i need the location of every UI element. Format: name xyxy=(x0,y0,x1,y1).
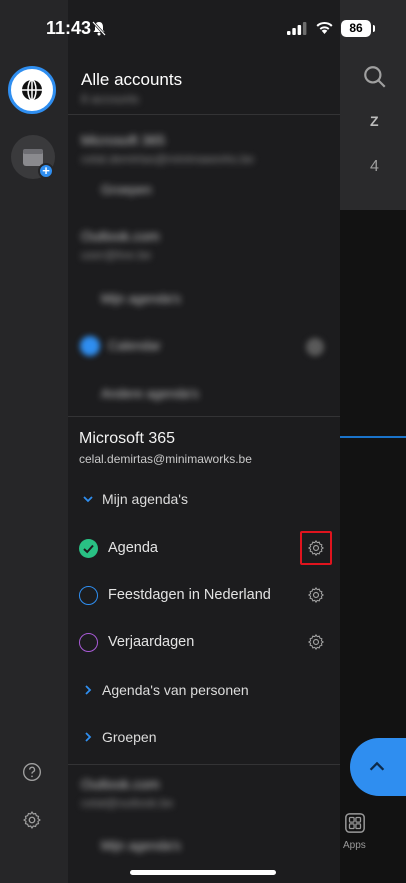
groups-toggle[interactable]: Groepen xyxy=(68,714,340,760)
blurred-account-email: celal@outlook.be xyxy=(81,796,174,810)
status-bar: 11:43 86 xyxy=(0,0,406,54)
settings-gear-icon[interactable] xyxy=(22,810,42,830)
chevron-right-icon xyxy=(85,732,92,742)
search-icon[interactable] xyxy=(362,64,388,90)
my-calendars-label: Mijn agenda's xyxy=(102,491,188,507)
chevron-down-icon xyxy=(83,496,93,503)
scroll-up-button[interactable] xyxy=(350,738,406,796)
blurred-settings-gear-icon[interactable] xyxy=(306,338,324,356)
background-calendar-app: Z 4 Apps xyxy=(340,0,406,883)
account-name: Microsoft 365 xyxy=(79,430,176,447)
calendar-drawer: Alle accounts 8 accounts Microsoft 365 c… xyxy=(68,0,340,883)
day-number[interactable]: 4 xyxy=(370,158,379,176)
gear-icon xyxy=(307,586,325,604)
accounts-count: 8 accounts xyxy=(81,92,140,106)
groups-label: Groepen xyxy=(102,729,157,745)
weekday-letter: Z xyxy=(370,113,379,129)
calendar-settings-button[interactable] xyxy=(305,584,327,606)
globe-icon xyxy=(22,79,42,101)
blurred-my-calendars-row[interactable]: Mijn agenda's xyxy=(101,838,181,853)
people-calendars-label: Agenda's van personen xyxy=(102,682,249,698)
blurred-account-title[interactable]: Microsoft 365 xyxy=(81,132,165,148)
calendar-row-feestdagen[interactable]: Feestdagen in Nederland xyxy=(68,572,340,618)
calendar-row-verjaardagen[interactable]: Verjaardagen xyxy=(68,619,340,665)
blurred-other-calendars-row[interactable]: Andere agenda's xyxy=(101,386,199,401)
calendar-label: Verjaardagen xyxy=(108,634,195,650)
blurred-account-title[interactable]: Outlook.com xyxy=(81,776,160,792)
checked-circle-icon[interactable] xyxy=(79,538,98,558)
divider xyxy=(68,114,340,115)
blurred-outlook-title[interactable]: Outlook.com xyxy=(81,228,160,244)
blurred-calendar-check[interactable] xyxy=(80,336,100,356)
gear-icon xyxy=(307,633,325,651)
my-calendars-toggle[interactable]: Mijn agenda's xyxy=(68,476,340,522)
account-email: celal.demirtas@minimaworks.be xyxy=(79,452,252,466)
people-calendars-toggle[interactable]: Agenda's van personen xyxy=(68,667,340,713)
chevron-right-icon xyxy=(85,685,92,695)
chevron-up-icon xyxy=(369,761,385,771)
plus-icon: + xyxy=(38,163,54,179)
bell-muted-icon xyxy=(92,21,106,36)
unchecked-circle-icon[interactable] xyxy=(79,585,98,605)
highlight-box xyxy=(300,531,332,565)
status-time: 11:43 xyxy=(46,18,92,38)
unchecked-circle-icon[interactable] xyxy=(79,632,98,652)
divider xyxy=(68,764,340,765)
drawer-title: Alle accounts xyxy=(81,70,183,89)
cellular-signal-icon xyxy=(287,22,307,35)
calendar-settings-button[interactable] xyxy=(305,631,327,653)
calendar-label: Agenda xyxy=(108,540,158,556)
all-accounts-button[interactable] xyxy=(8,66,56,114)
apps-label[interactable]: Apps xyxy=(343,840,366,851)
blurred-account-email: celal.demirtas@minimaworks.be xyxy=(81,152,254,166)
blurred-calendar-label[interactable]: Calendar xyxy=(108,338,161,353)
wifi-icon xyxy=(316,21,333,34)
account-rail: + xyxy=(0,0,68,883)
current-time-line xyxy=(340,436,406,438)
battery-indicator: 86 xyxy=(341,20,375,37)
blurred-groups-row[interactable]: Groepen xyxy=(101,182,152,197)
check-icon xyxy=(83,544,94,553)
apps-icon[interactable] xyxy=(344,812,366,834)
blurred-outlook-email: user@live.be xyxy=(81,248,152,262)
help-icon[interactable] xyxy=(22,762,42,782)
blurred-my-calendars-row[interactable]: Mijn agenda's xyxy=(101,291,181,306)
divider xyxy=(68,416,340,417)
home-indicator[interactable] xyxy=(130,870,276,875)
calendar-label: Feestdagen in Nederland xyxy=(108,587,271,603)
